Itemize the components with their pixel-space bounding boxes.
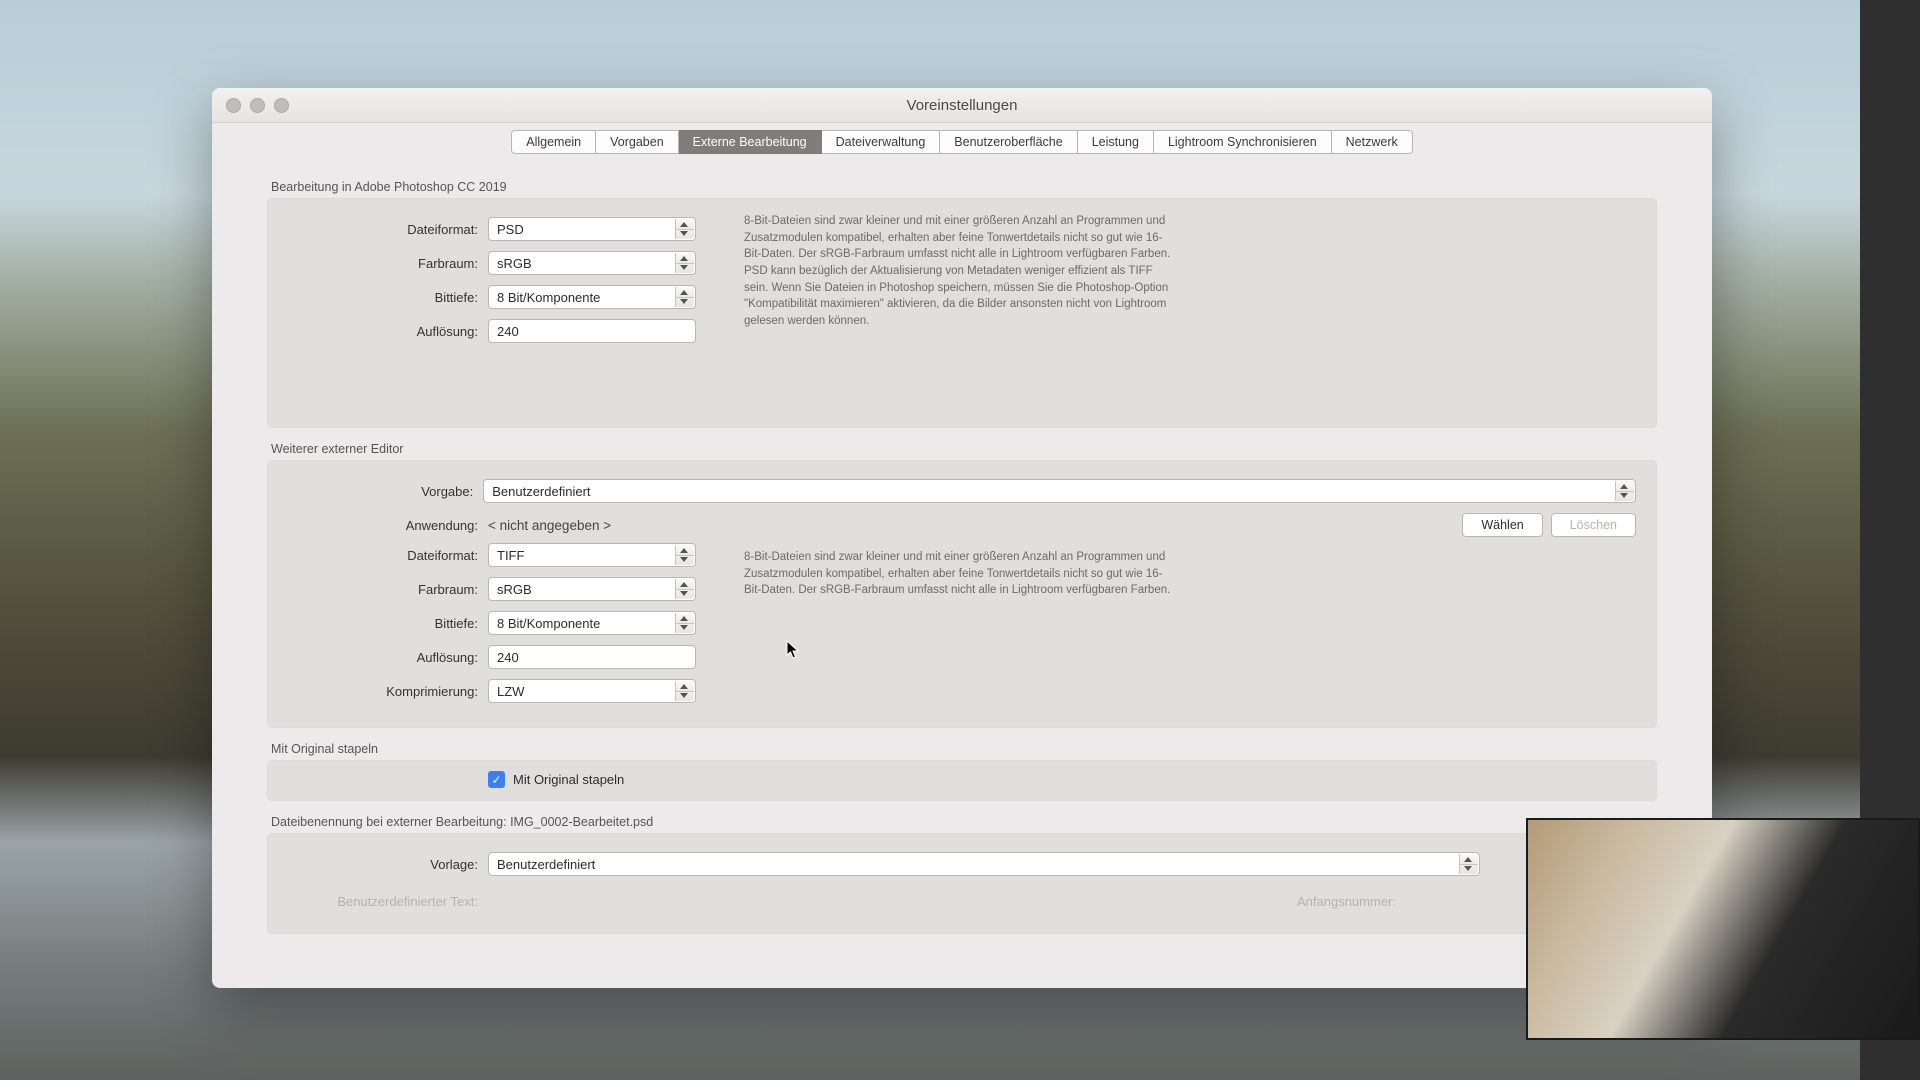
tab-strip: Allgemein Vorgaben Externe Bearbeitung D… bbox=[212, 130, 1712, 154]
section2-panel: Vorgabe: Benutzerdefiniert Anwendung: < … bbox=[267, 460, 1657, 728]
select-colorspace2-value: sRGB bbox=[497, 582, 532, 597]
stepper-icon bbox=[675, 545, 694, 565]
label-colorspace2: Farbraum: bbox=[288, 582, 488, 597]
tab-externe[interactable]: Externe Bearbeitung bbox=[679, 130, 822, 154]
section3-panel: Mit Original stapeln bbox=[267, 760, 1657, 801]
tab-sync[interactable]: Lightroom Synchronisieren bbox=[1154, 130, 1332, 154]
select-fileformat2[interactable]: TIFF bbox=[488, 543, 696, 567]
application-value: < nicht angegeben > bbox=[488, 518, 1454, 533]
checkbox-stack-original[interactable] bbox=[488, 771, 505, 788]
select-colorspace[interactable]: sRGB bbox=[488, 251, 696, 275]
label-application: Anwendung: bbox=[288, 518, 488, 533]
tab-allgemein[interactable]: Allgemein bbox=[511, 130, 596, 154]
stepper-icon bbox=[675, 287, 694, 307]
tab-ui[interactable]: Benutzeroberfläche bbox=[940, 130, 1077, 154]
input-resolution2-value: 240 bbox=[497, 650, 519, 665]
label-compression: Komprimierung: bbox=[288, 684, 488, 699]
preferences-window: Voreinstellungen Allgemein Vorgaben Exte… bbox=[212, 88, 1712, 988]
window-title: Voreinstellungen bbox=[212, 97, 1712, 114]
label-preset: Vorgabe: bbox=[288, 484, 483, 499]
choose-button[interactable]: Wählen bbox=[1462, 513, 1542, 537]
select-bitdepth2[interactable]: 8 Bit/Komponente bbox=[488, 611, 696, 635]
select-compression[interactable]: LZW bbox=[488, 679, 696, 703]
stepper-icon bbox=[1615, 481, 1634, 501]
select-template[interactable]: Benutzerdefiniert bbox=[488, 852, 1480, 876]
stepper-icon bbox=[675, 681, 694, 701]
section4-title: Dateibenennung bei externer Bearbeitung:… bbox=[271, 815, 1657, 829]
tab-leistung[interactable]: Leistung bbox=[1078, 130, 1154, 154]
select-bitdepth[interactable]: 8 Bit/Komponente bbox=[488, 285, 696, 309]
select-preset-value: Benutzerdefiniert bbox=[492, 484, 590, 499]
section3-title: Mit Original stapeln bbox=[271, 742, 1657, 756]
section2-note: 8-Bit-Dateien sind zwar kleiner und mit … bbox=[744, 549, 1174, 599]
select-fileformat-value: PSD bbox=[497, 222, 524, 237]
select-template-value: Benutzerdefiniert bbox=[497, 857, 595, 872]
input-resolution2[interactable]: 240 bbox=[488, 645, 696, 669]
label-colorspace: Farbraum: bbox=[288, 256, 488, 271]
window-titlebar: Voreinstellungen bbox=[212, 88, 1712, 123]
stepper-icon bbox=[675, 253, 694, 273]
checkbox-stack-original-label: Mit Original stapeln bbox=[513, 772, 624, 787]
section4-panel: Vorlage: Benutzerdefiniert Benutzerdefin… bbox=[267, 833, 1657, 934]
label-bitdepth2: Bittiefe: bbox=[288, 616, 488, 631]
label-customtext: Benutzerdefinierter Text: bbox=[288, 894, 488, 909]
label-fileformat2: Dateiformat: bbox=[288, 548, 488, 563]
tab-vorgaben[interactable]: Vorgaben bbox=[596, 130, 679, 154]
select-fileformat[interactable]: PSD bbox=[488, 217, 696, 241]
select-preset[interactable]: Benutzerdefiniert bbox=[483, 479, 1636, 503]
tab-netzwerk[interactable]: Netzwerk bbox=[1332, 130, 1413, 154]
webcam-overlay bbox=[1526, 818, 1920, 1040]
stepper-icon bbox=[675, 613, 694, 633]
section2-title: Weiterer externer Editor bbox=[271, 442, 1657, 456]
label-template: Vorlage: bbox=[288, 857, 488, 872]
input-resolution[interactable]: 240 bbox=[488, 319, 696, 343]
label-resolution2: Auflösung: bbox=[288, 650, 488, 665]
select-colorspace2[interactable]: sRGB bbox=[488, 577, 696, 601]
label-resolution: Auflösung: bbox=[288, 324, 488, 339]
label-bitdepth: Bittiefe: bbox=[288, 290, 488, 305]
section1-title: Bearbeitung in Adobe Photoshop CC 2019 bbox=[271, 180, 1657, 194]
select-bitdepth2-value: 8 Bit/Komponente bbox=[497, 616, 600, 631]
input-resolution-value: 240 bbox=[497, 324, 519, 339]
stepper-icon bbox=[675, 579, 694, 599]
select-bitdepth-value: 8 Bit/Komponente bbox=[497, 290, 600, 305]
label-startnumber: Anfangsnummer: bbox=[1297, 894, 1396, 909]
tab-dateiverw[interactable]: Dateiverwaltung bbox=[822, 130, 941, 154]
clear-button[interactable]: Löschen bbox=[1551, 513, 1636, 537]
select-colorspace-value: sRGB bbox=[497, 256, 532, 271]
section1-note: 8-Bit-Dateien sind zwar kleiner und mit … bbox=[744, 213, 1174, 330]
select-compression-value: LZW bbox=[497, 684, 524, 699]
label-fileformat: Dateiformat: bbox=[288, 222, 488, 237]
select-fileformat2-value: TIFF bbox=[497, 548, 524, 563]
stepper-icon bbox=[1459, 854, 1478, 874]
section1-panel: Dateiformat: PSD Farbraum: sRGB bbox=[267, 198, 1657, 428]
stepper-icon bbox=[675, 219, 694, 239]
